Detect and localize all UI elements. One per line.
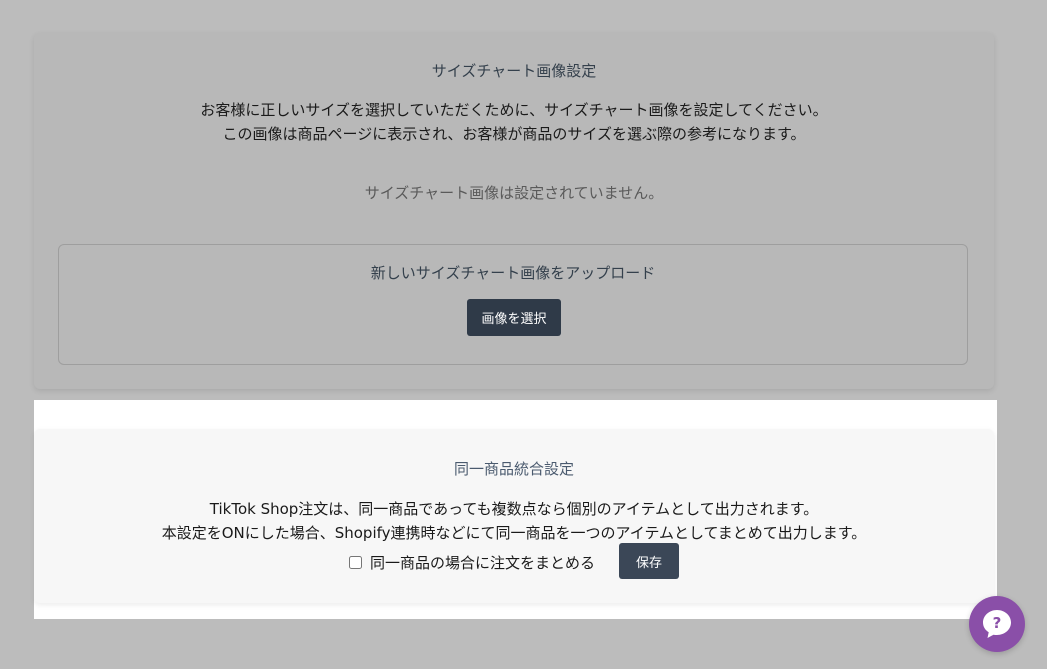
merge-settings-title: 同一商品統合設定 <box>453 460 574 478</box>
merge-description-line1: TikTok Shop注文は、同一商品であっても複数点なら個別のアイテムとして出… <box>209 500 819 518</box>
question-icon: ? <box>983 610 1011 638</box>
merge-settings-card: 同一商品統合設定 TikTok Shop注文は、同一商品であっても複数点なら個別… <box>34 429 994 603</box>
size-chart-status: サイズチャート画像は設定されていません。 <box>364 184 664 202</box>
highlight-band: 同一商品統合設定 TikTok Shop注文は、同一商品であっても複数点なら個別… <box>34 400 997 619</box>
size-chart-description-line2: この画像は商品ページに表示され、お客様が商品のサイズを選ぶ際の参考になります。 <box>222 125 806 143</box>
upload-title: 新しいサイズチャート画像をアップロード <box>370 264 656 282</box>
merge-orders-checkbox[interactable] <box>349 555 362 569</box>
help-widget-button[interactable]: ? <box>969 596 1025 652</box>
merge-orders-label[interactable]: 同一商品の場合に注文をまとめる <box>370 552 595 573</box>
select-image-button[interactable]: 画像を選択 <box>467 299 561 336</box>
merge-checkbox-row[interactable]: 同一商品の場合に注文をまとめる <box>349 552 595 572</box>
svg-text:?: ? <box>993 614 1002 632</box>
size-chart-description-line1: お客様に正しいサイズを選択していただくために、サイズチャート画像を設定してくださ… <box>200 101 828 119</box>
size-chart-card: サイズチャート画像設定 お客様に正しいサイズを選択していただくために、サイズチャ… <box>34 33 994 389</box>
merge-description-line2: 本設定をONにした場合、Shopify連携時などにて同一商品を一つのアイテムとし… <box>161 524 867 542</box>
size-chart-title: サイズチャート画像設定 <box>431 62 597 80</box>
upload-panel: 新しいサイズチャート画像をアップロード 画像を選択 <box>58 244 968 365</box>
save-button[interactable]: 保存 <box>619 543 679 579</box>
